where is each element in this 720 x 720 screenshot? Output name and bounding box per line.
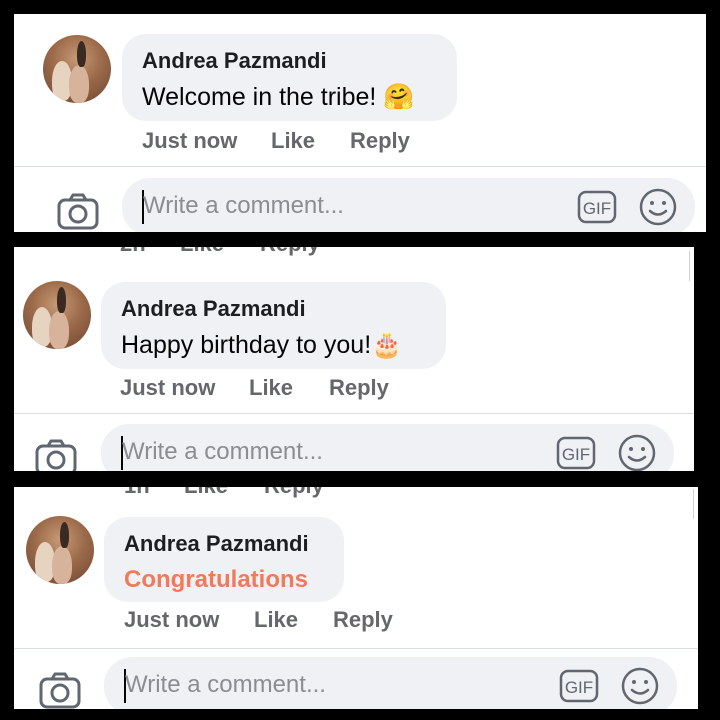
panel-edge (687, 489, 694, 519)
timestamp[interactable]: 2h (120, 247, 146, 257)
comment-panel-3: 1h Like Reply Andrea Pazmandi Congratula… (14, 487, 698, 709)
divider (14, 648, 698, 649)
svg-text:GIF: GIF (562, 445, 590, 464)
reply-link[interactable]: Reply (264, 487, 324, 499)
gif-icon[interactable]: GIF (577, 190, 617, 224)
emoji-icon[interactable] (617, 433, 657, 471)
avatar[interactable] (43, 35, 111, 103)
comment-author[interactable]: Andrea Pazmandi (121, 296, 306, 322)
comment-text: Welcome in the tribe! 🤗 (142, 83, 415, 111)
timestamp[interactable]: Just now (120, 375, 215, 401)
comment-panel-1: Andrea Pazmandi Welcome in the tribe! 🤗 … (14, 14, 706, 232)
comment-input[interactable]: Write a comment... GIF (122, 178, 695, 232)
reply-link[interactable]: Reply (329, 375, 389, 401)
reply-link[interactable]: Reply (333, 607, 393, 633)
reply-link[interactable]: Reply (260, 247, 320, 257)
panel-edge (683, 251, 690, 281)
timestamp[interactable]: 1h (124, 487, 150, 499)
comment-bubble: Andrea Pazmandi Welcome in the tribe! 🤗 (122, 34, 457, 121)
like-link[interactable]: Like (184, 487, 228, 499)
comment-placeholder: Write a comment... (125, 671, 326, 698)
like-link[interactable]: Like (249, 375, 293, 401)
gif-icon[interactable]: GIF (559, 669, 599, 703)
reply-link[interactable]: Reply (350, 128, 410, 154)
like-link[interactable]: Like (271, 128, 315, 154)
divider (14, 166, 706, 167)
comment-bubble: Andrea Pazmandi Happy birthday to you!🎂 (101, 282, 446, 369)
gif-icon[interactable]: GIF (556, 436, 596, 470)
comment-placeholder: Write a comment... (122, 438, 323, 465)
svg-text:GIF: GIF (565, 678, 593, 697)
comment-input[interactable]: Write a comment... GIF (104, 657, 677, 709)
comment-bubble: Andrea Pazmandi Congratulations (104, 517, 344, 602)
avatar[interactable] (26, 516, 94, 584)
camera-icon[interactable] (56, 190, 100, 232)
emoji-icon[interactable] (638, 187, 678, 227)
like-link[interactable]: Like (254, 607, 298, 633)
timestamp[interactable]: Just now (142, 128, 237, 154)
comment-author[interactable]: Andrea Pazmandi (142, 48, 327, 74)
svg-text:GIF: GIF (583, 199, 611, 218)
comment-placeholder: Write a comment... (143, 192, 344, 219)
comment-input[interactable]: Write a comment... GIF (101, 424, 674, 471)
comment-text: Congratulations (124, 566, 308, 593)
comment-panel-2: 2h Like Reply Andrea Pazmandi Happy birt… (14, 247, 694, 471)
comment-author[interactable]: Andrea Pazmandi (124, 531, 309, 557)
avatar[interactable] (23, 281, 91, 349)
camera-icon[interactable] (34, 436, 78, 471)
emoji-icon[interactable] (620, 666, 660, 706)
timestamp[interactable]: Just now (124, 607, 219, 633)
like-link[interactable]: Like (180, 247, 224, 257)
camera-icon[interactable] (38, 669, 82, 709)
comment-text: Happy birthday to you!🎂 (121, 331, 403, 359)
divider (14, 413, 694, 414)
